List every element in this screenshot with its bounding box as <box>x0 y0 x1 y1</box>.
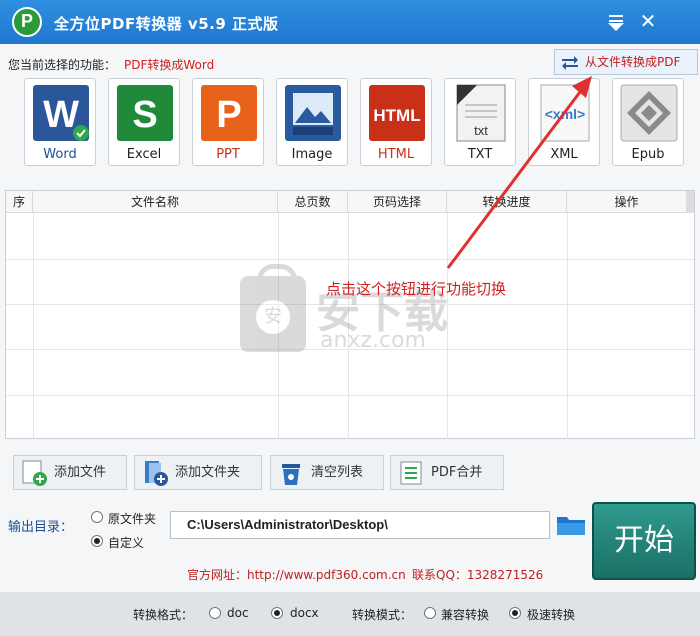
column-header-filename[interactable]: 文件名称 <box>33 191 278 213</box>
scrollbar[interactable] <box>686 191 694 213</box>
tool-ppt[interactable]: P PPT <box>192 78 264 166</box>
column-header-index[interactable]: 序 <box>6 191 33 213</box>
clear-list-label: 清空列表 <box>311 465 364 480</box>
window-title: 全方位PDF转换器 v5.9 正式版 <box>54 15 279 33</box>
epub-icon <box>620 84 678 142</box>
radio-custom-folder[interactable] <box>91 535 103 547</box>
title-bar: 全方位PDF转换器 v5.9 正式版 ✕ <box>0 0 700 44</box>
watermark-sub: anxz.com <box>320 328 426 353</box>
radio-custom-folder-label: 自定义 <box>108 536 145 550</box>
hint-arrow <box>446 76 592 269</box>
tool-label: HTML <box>377 147 415 162</box>
html-icon: HTML <box>369 85 425 141</box>
column-header-pages[interactable]: 总页数 <box>278 191 348 213</box>
watermark-bag-icon: 安 <box>240 264 306 352</box>
hint-text: 点击这个按钮进行功能切换 <box>326 280 507 298</box>
tool-label: Word <box>43 147 77 162</box>
column-header-page-select[interactable]: 页码选择 <box>348 191 447 213</box>
pdf-merge-label: PDF合并 <box>431 465 483 480</box>
contact-qq: 联系QQ：1328271526 <box>412 568 544 582</box>
radio-mode-compat[interactable] <box>424 607 436 619</box>
tool-label: Epub <box>631 147 665 162</box>
tool-image[interactable]: Image <box>276 78 348 166</box>
radio-format-docx[interactable] <box>271 607 283 619</box>
current-function-label: 您当前选择的功能： <box>8 58 117 72</box>
format-label: 转换格式： <box>133 608 194 622</box>
radio-format-doc-label: doc <box>227 606 249 620</box>
radio-original-folder-label: 原文件夹 <box>108 512 157 526</box>
official-website[interactable]: 官方网址：http://www.pdf360.com.cn <box>187 566 406 583</box>
browse-folder-icon[interactable] <box>556 513 586 537</box>
tool-excel[interactable]: S Excel <box>108 78 180 166</box>
radio-original-folder[interactable] <box>91 511 103 523</box>
pdf-merge-button[interactable]: PDF合并 <box>390 455 504 490</box>
tool-word[interactable]: W Word <box>24 78 96 166</box>
footer-bar: 转换格式： doc docx 转换模式： 兼容转换 极速转换 <box>0 592 700 636</box>
add-file-icon <box>22 460 47 486</box>
radio-format-docx-label: docx <box>290 606 319 620</box>
pdf-merge-icon <box>400 461 422 485</box>
radio-format-doc[interactable] <box>209 607 221 619</box>
mode-label: 转换模式： <box>352 608 413 622</box>
start-button[interactable]: 开始 <box>592 502 696 580</box>
tool-label: Image <box>291 147 333 162</box>
add-folder-icon <box>145 461 168 486</box>
ppt-icon: P <box>201 85 257 141</box>
tool-html[interactable]: HTML HTML <box>360 78 432 166</box>
radio-mode-compat-label: 兼容转换 <box>441 608 490 622</box>
radio-mode-fast[interactable] <box>509 607 521 619</box>
add-file-label: 添加文件 <box>54 465 107 480</box>
add-folder-label: 添加文件夹 <box>175 465 241 480</box>
close-icon[interactable]: ✕ <box>636 10 660 34</box>
output-dir-label: 输出目录： <box>8 520 74 535</box>
word-icon: W <box>33 85 89 141</box>
tool-label: PPT <box>216 147 240 162</box>
excel-icon: S <box>117 85 173 141</box>
radio-mode-fast-label: 极速转换 <box>527 608 576 622</box>
add-file-button[interactable]: 添加文件 <box>13 455 127 490</box>
svg-text:S: S <box>132 94 157 136</box>
swap-icon <box>562 56 578 70</box>
svg-text:W: W <box>43 94 79 136</box>
output-path-input[interactable]: C:\Users\Administrator\Desktop\ <box>170 511 550 539</box>
menu-icon[interactable] <box>604 10 628 34</box>
trash-icon <box>282 464 300 485</box>
svg-text:HTML: HTML <box>373 106 420 125</box>
app-logo <box>12 7 42 37</box>
current-function-value: PDF转换成Word <box>124 58 215 72</box>
tool-label: Excel <box>126 147 162 162</box>
add-folder-button[interactable]: 添加文件夹 <box>134 455 262 490</box>
svg-text:P: P <box>216 94 241 136</box>
image-icon <box>285 85 341 141</box>
switch-mode-label: 从文件转换成PDF <box>585 55 681 69</box>
tool-epub[interactable]: Epub <box>612 78 684 166</box>
clear-list-button[interactable]: 清空列表 <box>270 455 384 490</box>
